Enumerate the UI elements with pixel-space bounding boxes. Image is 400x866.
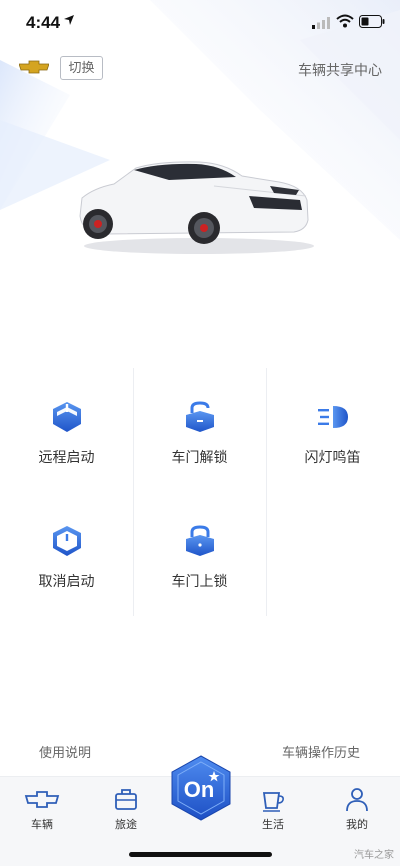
tab-vehicle[interactable]: 车辆 (12, 785, 72, 832)
wifi-icon (336, 14, 354, 28)
cancel-start-button[interactable]: 取消启动 (0, 492, 133, 616)
shield-power-icon (52, 402, 81, 432)
car-brand-icon (24, 791, 60, 808)
vehicle-share-center-link[interactable]: 车辆共享中心 (298, 60, 382, 80)
remote-control-grid: 远程启动 车门解锁 闪灯鸣笛 取消启动 车门上锁 (0, 368, 400, 616)
switch-vehicle-button[interactable]: 切换 (60, 56, 103, 80)
flash-horn-button[interactable]: 闪灯鸣笛 (266, 368, 399, 492)
home-indicator (129, 852, 272, 857)
person-icon (346, 788, 368, 812)
control-label: 取消启动 (38, 573, 95, 589)
control-label: 车门上锁 (171, 573, 228, 589)
lock-icon (185, 525, 214, 556)
vehicle-image (79, 161, 314, 254)
control-label: 闪灯鸣笛 (304, 449, 361, 465)
door-unlock-button[interactable]: 车门解锁 (133, 368, 266, 492)
instructions-link[interactable]: 使用说明 (39, 742, 91, 761)
location-arrow-icon (64, 15, 74, 25)
shield-cancel-icon (52, 526, 81, 556)
headlight-icon (317, 406, 348, 428)
watermark: 汽车之家 (354, 850, 394, 861)
onstar-button[interactable]: On (170, 754, 232, 822)
chevrolet-logo (19, 60, 49, 74)
control-label: 远程启动 (38, 449, 95, 465)
control-label: 车门解锁 (171, 449, 228, 465)
operation-history-link[interactable]: 车辆操作历史 (282, 742, 360, 761)
door-lock-button[interactable]: 车门上锁 (133, 492, 266, 616)
tab-label: 车辆 (31, 819, 53, 831)
cup-icon (262, 792, 284, 812)
onstar-label: On (184, 777, 215, 802)
tab-label: 我的 (346, 819, 368, 831)
onstar-hexagon-icon: On (171, 755, 231, 821)
tab-label: 生活 (262, 819, 284, 831)
tab-journey[interactable]: 旅途 (96, 785, 156, 832)
briefcase-icon (115, 789, 137, 810)
unlock-icon (185, 401, 214, 432)
battery-icon (359, 15, 385, 28)
tab-label: 旅途 (115, 819, 137, 831)
cellular-signal-icon (312, 17, 330, 29)
tab-life[interactable]: 生活 (243, 785, 303, 832)
status-bar: 4:44 (0, 0, 400, 46)
status-time: 4:44 (26, 13, 61, 32)
tab-mine[interactable]: 我的 (327, 785, 387, 832)
remote-start-button[interactable]: 远程启动 (0, 368, 133, 492)
